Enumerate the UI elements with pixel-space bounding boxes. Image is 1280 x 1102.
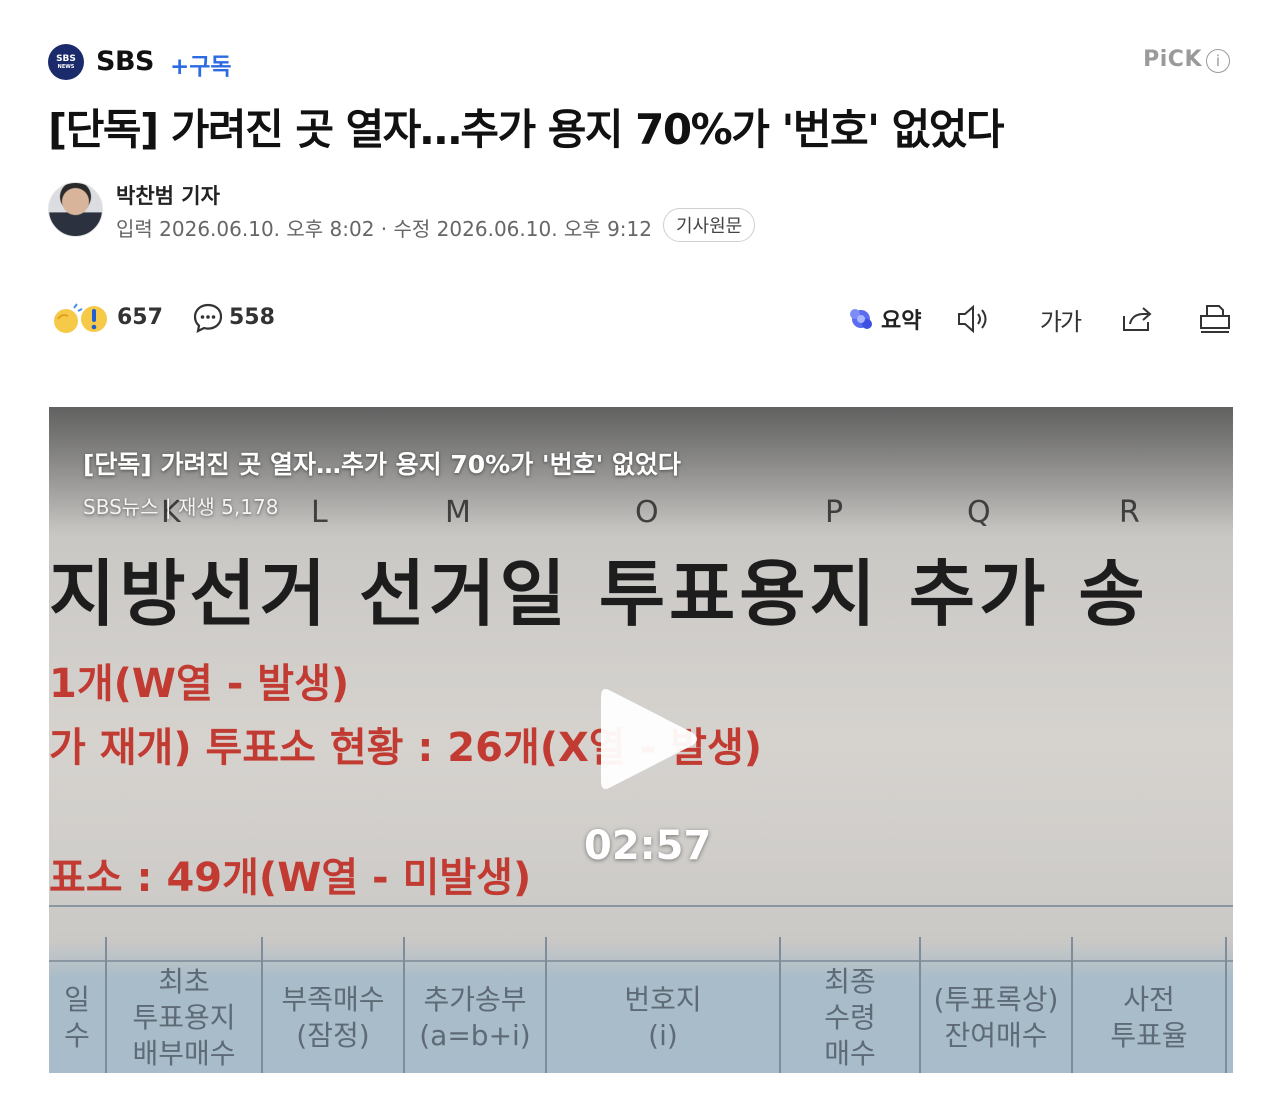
- table-header-text: 최초 투표용지 배부매수: [132, 964, 236, 1070]
- table-header-cell: 최종 수령 매수: [781, 962, 919, 1073]
- share-icon[interactable]: [1119, 302, 1155, 336]
- table-header-text: 최종 수령 매수: [824, 964, 876, 1070]
- table-header-cell: 사전 투표율: [1073, 962, 1225, 1073]
- reaction-count: 657: [117, 305, 163, 330]
- grid-line: [49, 905, 1233, 907]
- video-meta: SBS뉴스 | 재생 5,178: [83, 495, 279, 519]
- video-player[interactable]: K L M O P Q R 지방선거 선거일 투표용지 추가 송 1개(W열 -…: [49, 407, 1233, 1073]
- table-header-cell: (투표록상) 잔여매수: [921, 962, 1071, 1073]
- pick-label: PiCK: [1143, 47, 1202, 72]
- table-header-text: (투표록상) 잔여매수: [933, 982, 1059, 1052]
- spreadsheet-heading: 지방선거 선거일 투표용지 추가 송: [49, 552, 1149, 636]
- play-icon[interactable]: [597, 683, 701, 795]
- press-logo[interactable]: SBS NEWS: [48, 44, 84, 80]
- spreadsheet-red-line: 1개(W열 - 발생): [49, 661, 350, 707]
- summary-sparkle-icon: [850, 309, 872, 329]
- press-logo-subtext: NEWS: [57, 63, 75, 70]
- table-header-text: 추가송부 (a=b+i): [419, 982, 531, 1052]
- reaction-toolbar: 657 558 요약 가가: [52, 300, 1232, 340]
- font-size-button[interactable]: 가가: [1038, 302, 1082, 336]
- reporter-avatar[interactable]: [48, 182, 103, 237]
- original-article-button[interactable]: 기사원문: [663, 208, 756, 242]
- font-size-label: 가가: [1039, 307, 1082, 336]
- article-title: [단독] 가려진 곳 열자…추가 용지 70%가 '번호' 없었다: [48, 105, 1005, 154]
- spreadsheet-red-line: 표소 : 49개(W열 - 미발생): [49, 855, 532, 901]
- article-dates: 입력 2026.06.10. 오후 8:02 · 수정 2026.06.10. …: [116, 217, 652, 241]
- reaction-emoji-icon[interactable]: [52, 302, 110, 336]
- table-header-cell: 추가송부 (a=b+i): [405, 962, 545, 1073]
- grid-line: [1225, 937, 1227, 1073]
- table-header-text: 사전 투표율: [1110, 982, 1188, 1052]
- table-header-cell: 번호지 (i): [547, 962, 779, 1073]
- table-header-cell: 부족매수 (잠정): [263, 962, 403, 1073]
- press-logo-text: SBS: [56, 53, 76, 64]
- video-title: [단독] 가려진 곳 열자…추가 용지 70%가 '번호' 없었다: [83, 450, 681, 479]
- speaker-icon[interactable]: [955, 302, 991, 336]
- reporter-name[interactable]: 박찬범 기자: [116, 180, 220, 210]
- print-icon[interactable]: [1197, 302, 1233, 336]
- summary-label: 요약: [881, 309, 922, 334]
- info-icon[interactable]: i: [1206, 49, 1230, 73]
- table-header-text: 일 수: [64, 982, 90, 1052]
- table-header-cell: 최초 투표용지 배부매수: [107, 962, 261, 1073]
- summary-button[interactable]: 요약: [847, 302, 921, 336]
- comment-icon[interactable]: [192, 302, 224, 334]
- table-header-cell: 일 수: [49, 962, 105, 1073]
- video-duration: 02:57: [584, 823, 712, 869]
- table-header-text: 부족매수 (잠정): [281, 982, 385, 1052]
- comment-count: 558: [229, 305, 275, 330]
- press-header: SBS NEWS SBS +구독 PiCK i: [48, 42, 1232, 82]
- press-name[interactable]: SBS: [96, 46, 154, 77]
- subscribe-button[interactable]: +구독: [170, 47, 232, 81]
- table-header-text: 번호지 (i): [624, 982, 702, 1052]
